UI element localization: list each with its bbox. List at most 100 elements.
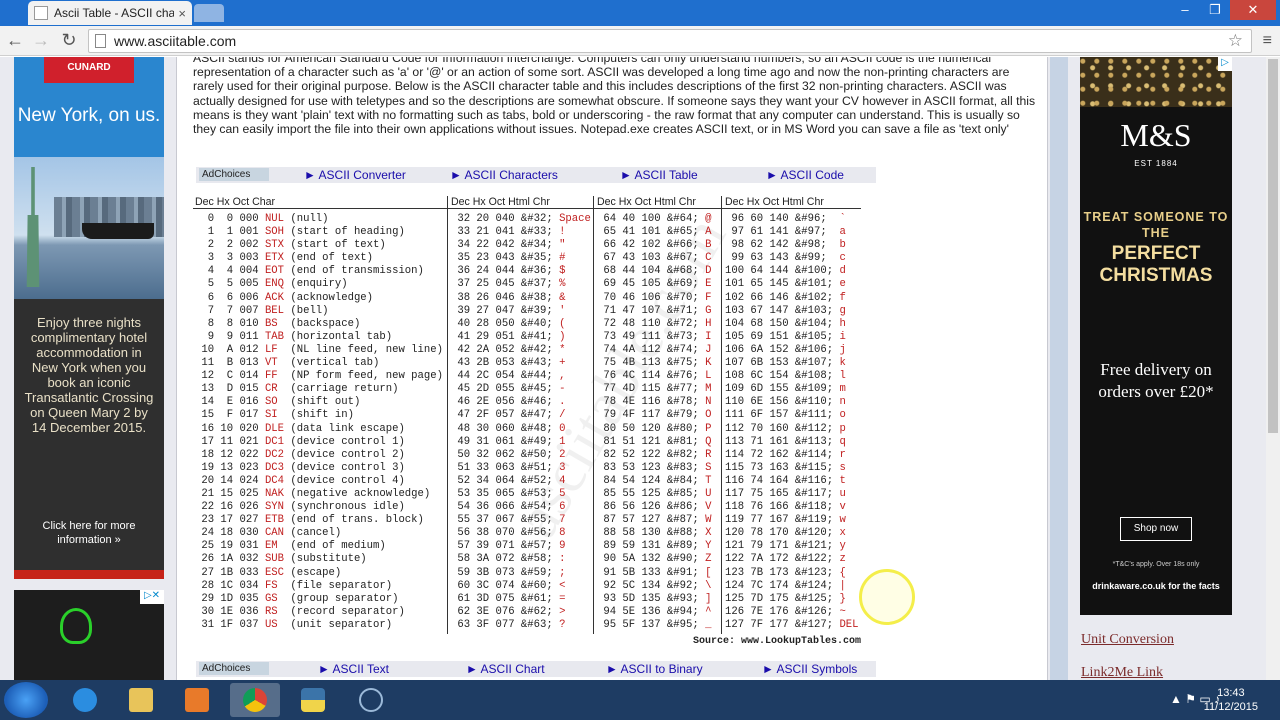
link-ascii-symbols[interactable]: ► ASCII Symbols	[762, 662, 857, 676]
taskbar-app[interactable]	[346, 683, 396, 717]
adchoices-icon[interactable]: ▷✕	[140, 590, 164, 604]
row-char: 6	[559, 501, 566, 514]
right-ad-line2: PERFECT CHRISTMAS	[1099, 243, 1213, 286]
taskbar-clock[interactable]: 13:43 11/12/2015	[1204, 686, 1258, 714]
row-char: >	[559, 605, 566, 618]
left-ad-razer[interactable]: ▷✕	[14, 590, 164, 680]
bookmark-star-icon[interactable]: ☆	[1228, 31, 1243, 51]
row-char: o	[839, 409, 846, 422]
tab-ascii-table[interactable]: Ascii Table - ASCII charact ×	[28, 1, 192, 25]
row-code: 10 A 012	[195, 343, 265, 356]
address-bar[interactable]: www.asciitable.com ☆	[88, 29, 1252, 53]
row-code: 115 73 163 &#115;	[725, 461, 840, 474]
col-divider	[447, 196, 448, 634]
table-row: 15 F 017 SI (shift in)	[195, 409, 443, 422]
table-row: 87 57 127 &#87; W	[597, 514, 711, 527]
taskbar-chrome[interactable]	[230, 683, 280, 717]
row-code: 45 2D 055 &#45;	[451, 383, 560, 396]
close-window-button[interactable]: ✕	[1230, 0, 1276, 20]
table-row: 112 70 160 &#112; p	[725, 423, 859, 436]
row-char: NAK	[264, 487, 285, 500]
link-unit-conversion[interactable]: Unit Conversion	[1081, 632, 1174, 648]
row-char: Space	[559, 213, 591, 225]
taskbar-python[interactable]	[288, 683, 338, 717]
row-char: #	[559, 252, 566, 265]
row-char: n	[839, 396, 846, 409]
table-row: 50 32 062 &#50; 2	[451, 449, 591, 462]
folder-icon	[129, 688, 153, 712]
row-code: 61 3D 075 &#61;	[451, 592, 560, 605]
minimize-button[interactable]: –	[1170, 0, 1200, 20]
row-char: <	[559, 579, 566, 592]
row-code: 2 2 002	[195, 239, 265, 252]
row-char: STX	[264, 239, 285, 252]
table-row: 86 56 126 &#86; V	[597, 501, 711, 514]
chrome-menu-icon[interactable]: ≡	[1263, 32, 1272, 50]
row-char: %	[559, 278, 566, 291]
reload-button[interactable]: ↻	[58, 30, 80, 51]
row-code: 124 7C 174 &#124;	[725, 579, 840, 592]
new-tab-button[interactable]	[194, 4, 224, 22]
maximize-button[interactable]: ❐	[1200, 0, 1230, 20]
row-description: (enquiry)	[284, 278, 348, 291]
row-char: /	[559, 409, 566, 422]
link-ascii-characters[interactable]: ► ASCII Characters	[450, 168, 558, 182]
taskbar-media[interactable]	[172, 683, 222, 717]
row-char: US	[264, 618, 285, 631]
table-row: 64 40 100 &#64; @	[597, 213, 711, 226]
row-char: $	[559, 265, 566, 278]
table-col2: 32 20 040 &#32; Space 33 21 041 &#33; ! …	[451, 213, 591, 632]
row-code: 92 5C 134 &#92;	[597, 579, 706, 592]
row-description: (bell)	[284, 304, 329, 317]
row-char: NUL	[264, 213, 285, 225]
table-row: 123 7B 173 &#123; {	[725, 567, 859, 580]
row-code: 83 53 123 &#83;	[597, 461, 706, 474]
table-row: 35 23 043 &#35; #	[451, 252, 591, 265]
row-char: EM	[264, 540, 285, 553]
scrollbar-thumb[interactable]	[1268, 59, 1278, 433]
scrollbar[interactable]	[1266, 57, 1280, 680]
row-code: 41 29 051 &#41;	[451, 330, 560, 343]
row-char: 3	[559, 461, 566, 474]
row-code: 84 54 124 &#84;	[597, 474, 706, 487]
row-char: M	[705, 383, 712, 396]
adchoices-label[interactable]: AdChoices	[199, 662, 269, 675]
tab-close-button[interactable]: ×	[178, 6, 186, 21]
link-ascii-code[interactable]: ► ASCII Code	[766, 168, 844, 182]
row-code: 51 33 063 &#51;	[451, 461, 560, 474]
taskbar-explorer[interactable]	[116, 683, 166, 717]
row-char: S	[705, 461, 712, 474]
ship-image	[82, 223, 154, 239]
link-ascii-converter[interactable]: ► ASCII Converter	[304, 168, 406, 182]
shop-now-button[interactable]: Shop now	[1120, 517, 1192, 541]
right-ad-ms[interactable]: ▷ M&S EST 1884 TREAT SOMEONE TO THE PERF…	[1080, 57, 1232, 615]
table-row: 48 30 060 &#48; 0	[451, 423, 591, 436]
row-code: 24 18 030	[195, 527, 265, 540]
row-char: DC4	[264, 474, 285, 487]
start-button[interactable]	[4, 682, 48, 718]
clock-date: 11/12/2015	[1203, 701, 1258, 713]
link-ascii-chart[interactable]: ► ASCII Chart	[466, 662, 545, 676]
left-ad-cunard[interactable]: CUNARD New York, on us. Enjoy three nigh…	[14, 57, 164, 579]
table-row: 49 31 061 &#49; 1	[451, 436, 591, 449]
taskbar-ie[interactable]	[60, 683, 110, 717]
row-code: 94 5E 136 &#94;	[597, 605, 706, 618]
clock-time: 13:43	[1217, 687, 1245, 699]
link-ascii-text[interactable]: ► ASCII Text	[318, 662, 389, 676]
row-code: 8 8 010	[195, 317, 265, 330]
adchoices-icon[interactable]: ▷	[1218, 57, 1232, 71]
link-ascii-table[interactable]: ► ASCII Table	[620, 168, 698, 182]
forward-button[interactable]: →	[30, 30, 52, 51]
left-ad-cta[interactable]: Click here for more information »	[24, 519, 154, 547]
row-code: 12 C 014	[195, 370, 265, 383]
link-ascii-to-binary[interactable]: ► ASCII to Binary	[606, 662, 703, 676]
row-char: 8	[559, 527, 566, 540]
link-link2me[interactable]: Link2Me Link	[1081, 665, 1163, 680]
adchoices-label[interactable]: AdChoices	[199, 168, 269, 181]
row-char: 9	[559, 540, 566, 553]
back-button[interactable]: ←	[4, 30, 26, 51]
row-char: ,	[559, 370, 566, 383]
row-code: 39 27 047 &#39;	[451, 304, 560, 317]
row-char: .	[559, 396, 566, 409]
table-row: 10 A 012 LF (NL line feed, new line)	[195, 344, 443, 357]
